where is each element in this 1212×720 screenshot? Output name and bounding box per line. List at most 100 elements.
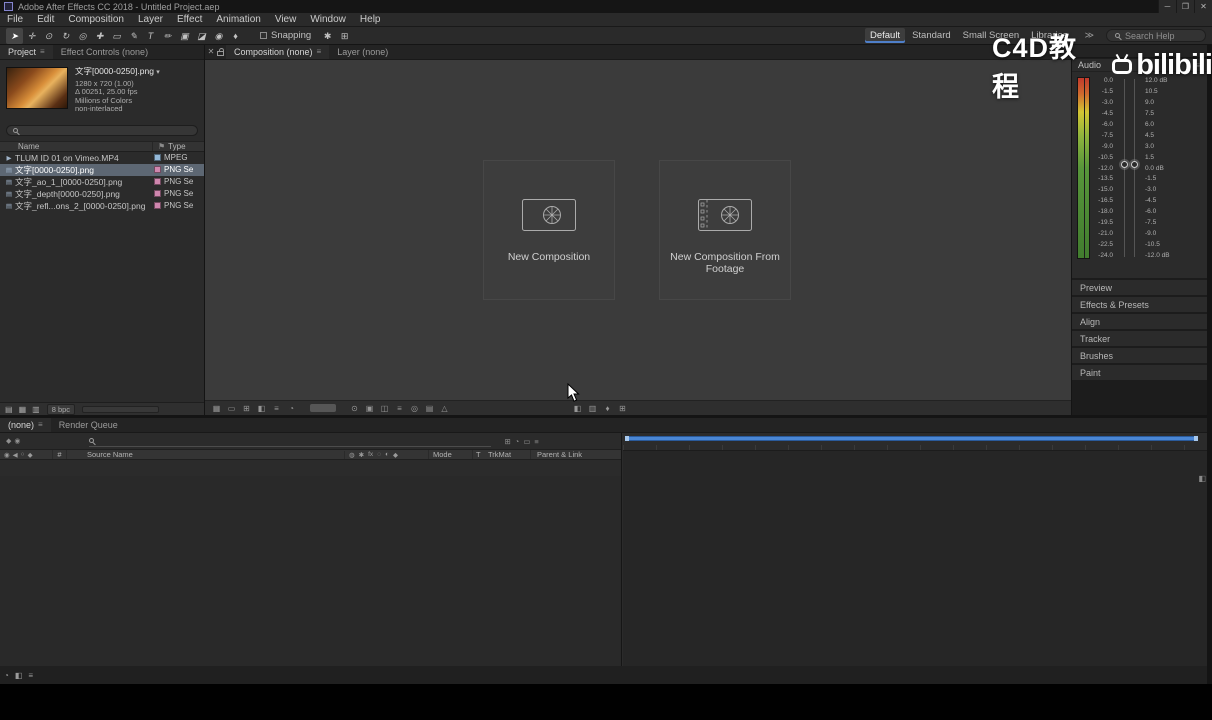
eraser-tool[interactable]: ◪ bbox=[193, 28, 210, 44]
pen-tool[interactable]: ✎ bbox=[125, 28, 142, 44]
selection-tool[interactable]: ➤ bbox=[6, 27, 23, 44]
viewer-toolbar-icon[interactable]: ▦ bbox=[210, 404, 223, 413]
rotation-tool[interactable]: ↻ bbox=[57, 28, 74, 44]
文字[0000-0250].png[interactable]: ▤ 文字[0000-0250].png PNG Se bbox=[0, 163, 204, 176]
audio-fader-right[interactable] bbox=[1131, 161, 1138, 168]
timeline-mini-icon[interactable]: ◉ bbox=[14, 437, 20, 445]
timeline-mini-icon[interactable]: ◆ bbox=[6, 437, 11, 445]
viewer-toolbar-icon[interactable]: ≡ bbox=[270, 404, 283, 413]
zoom-tool[interactable]: ⊙ bbox=[40, 28, 57, 44]
menu-item[interactable]: Effect bbox=[170, 13, 209, 26]
av-feature-icon[interactable]: ◉ bbox=[4, 451, 10, 459]
menu-item[interactable]: Window bbox=[303, 13, 353, 26]
menu-item[interactable]: File bbox=[0, 13, 30, 26]
project-zoom-slider[interactable] bbox=[82, 405, 159, 413]
project-footer-icon[interactable]: ▦ bbox=[19, 405, 27, 414]
menu-item[interactable]: Help bbox=[353, 13, 388, 26]
shape-tool[interactable]: ▭ bbox=[108, 28, 125, 44]
layer-switch-icon[interactable]: ✱ bbox=[359, 451, 364, 459]
project-footer-icon[interactable]: ▤ bbox=[5, 405, 13, 414]
layer-switch-icon[interactable]: ◐ bbox=[385, 451, 389, 459]
type-tool[interactable]: T bbox=[142, 28, 159, 44]
layer-switch-icon[interactable]: ◍ bbox=[349, 451, 355, 459]
lock-icon[interactable] bbox=[217, 48, 224, 56]
label-color-swatch[interactable] bbox=[154, 166, 161, 174]
timeline-view-icon[interactable]: ▭ bbox=[523, 437, 530, 446]
clone-stamp-tool[interactable]: ▣ bbox=[176, 28, 193, 44]
menu-item[interactable]: Edit bbox=[30, 13, 61, 26]
column-header-mode[interactable]: Mode bbox=[428, 450, 472, 459]
TLUM ID 01 on Vimeo.MP4[interactable]: ▶ TLUM ID 01 on Vimeo.MP4 MPEG bbox=[0, 152, 204, 164]
column-header-parent-link[interactable]: Parent & Link bbox=[530, 450, 621, 459]
viewer-toolbar-icon[interactable]: ▤ bbox=[423, 404, 436, 413]
panel-paint[interactable]: Paint bbox=[1072, 365, 1207, 382]
project-footer-icon[interactable]: ▥ bbox=[32, 405, 40, 414]
workspace-standard[interactable]: Standard bbox=[907, 28, 956, 43]
viewer-toolbar-icon[interactable]: ⊙ bbox=[348, 404, 361, 413]
av-feature-icon[interactable]: ○ bbox=[21, 451, 25, 459]
viewer-timecode[interactable] bbox=[310, 404, 336, 412]
pan-behind-tool[interactable]: ✚ bbox=[91, 28, 108, 44]
new-composition-from-footage-button[interactable]: New Composition From Footage bbox=[659, 160, 791, 300]
column-header-name[interactable]: Name bbox=[0, 142, 152, 151]
viewer-toolbar-icon[interactable]: ≡ bbox=[393, 404, 406, 413]
label-color-swatch[interactable] bbox=[154, 190, 161, 198]
viewer-toolbar-icon[interactable]: ◧ bbox=[255, 404, 268, 413]
tab-layer[interactable]: Layer (none) bbox=[329, 45, 396, 59]
panel-brushes[interactable]: Brushes bbox=[1072, 348, 1207, 365]
viewer-toolbar-icon[interactable]: ⊞ bbox=[616, 404, 629, 413]
viewer-toolbar-icon[interactable]: ▭ bbox=[225, 404, 238, 413]
snapping-option-icon[interactable]: ✱ bbox=[319, 28, 336, 44]
tab-project[interactable]: Project ≡ bbox=[0, 45, 53, 59]
tab-effect-controls[interactable]: Effect Controls (none) bbox=[53, 45, 156, 59]
timeline-footer-icon[interactable]: ◧ bbox=[15, 671, 23, 680]
dropdown-icon[interactable]: ▾ bbox=[156, 69, 160, 76]
文字_refl...ons_2_[0000-0250].png[interactable]: ▤ 文字_refl...ons_2_[0000-0250].png PNG Se bbox=[0, 200, 204, 212]
close-button[interactable]: ✕ bbox=[1194, 0, 1212, 13]
bpc-button[interactable]: 8 bpc bbox=[46, 403, 76, 415]
tab-timeline-none[interactable]: (none) ≡ bbox=[0, 418, 51, 432]
brush-tool[interactable]: ✏ bbox=[159, 28, 176, 44]
column-header-source-name[interactable]: Source Name bbox=[66, 450, 344, 459]
文字_depth[0000-0250].png[interactable]: ▤ 文字_depth[0000-0250].png PNG Se bbox=[0, 188, 204, 200]
panel-menu-icon[interactable]: ≡ bbox=[38, 418, 43, 432]
timeline-search-input[interactable] bbox=[88, 436, 491, 447]
scrollbar-icon[interactable]: ◧ bbox=[1198, 474, 1206, 483]
viewer-toolbar-icon[interactable]: ♦ bbox=[601, 404, 614, 413]
layer-switch-icon[interactable]: ◆ bbox=[393, 451, 398, 459]
tab-composition[interactable]: Composition (none) ≡ bbox=[226, 45, 330, 59]
column-header-trkmat[interactable]: TrkMat bbox=[486, 450, 530, 459]
viewer-toolbar-icon[interactable]: ◧ bbox=[571, 404, 584, 413]
project-search-input[interactable] bbox=[6, 124, 198, 136]
viewer-toolbar-icon[interactable]: ◎ bbox=[408, 404, 421, 413]
label-color-swatch[interactable] bbox=[154, 178, 161, 186]
menu-item[interactable]: Composition bbox=[61, 13, 131, 26]
tab-render-queue[interactable]: Render Queue bbox=[51, 418, 126, 432]
column-header-t[interactable]: T bbox=[472, 450, 486, 459]
av-feature-icon[interactable]: ◀ bbox=[13, 451, 18, 459]
panel-menu-icon[interactable]: ≡ bbox=[40, 45, 45, 59]
time-ruler[interactable] bbox=[623, 433, 1207, 451]
timeline-view-icon[interactable]: ◔ bbox=[515, 437, 520, 446]
layer-switch-icon[interactable]: fx bbox=[368, 451, 373, 459]
viewer-toolbar-icon[interactable]: △ bbox=[438, 404, 451, 413]
snapping-toggle[interactable]: Snapping bbox=[260, 30, 311, 41]
viewer-toolbar-icon[interactable]: ◫ bbox=[378, 404, 391, 413]
camera-tool[interactable]: ◎ bbox=[74, 28, 91, 44]
av-feature-icon[interactable]: ◆ bbox=[28, 451, 33, 459]
audio-fader-left[interactable] bbox=[1121, 161, 1128, 168]
文字_ao_1_[0000-0250].png[interactable]: ▤ 文字_ao_1_[0000-0250].png PNG Se bbox=[0, 176, 204, 188]
panel-align[interactable]: Align bbox=[1072, 314, 1207, 331]
layer-switch-icon[interactable]: ◌ bbox=[377, 451, 381, 459]
label-color-swatch[interactable] bbox=[154, 202, 161, 210]
workspace-default[interactable]: Default bbox=[864, 28, 906, 43]
viewer-toolbar-icon[interactable]: ▣ bbox=[363, 404, 376, 413]
viewer-toolbar-icon[interactable]: ▥ bbox=[586, 404, 599, 413]
viewer-toolbar-icon[interactable]: ◔ bbox=[285, 404, 298, 413]
new-composition-button[interactable]: New Composition bbox=[483, 160, 615, 300]
roto-brush-tool[interactable]: ◉ bbox=[210, 28, 227, 44]
viewer-toolbar-icon[interactable]: ⊞ bbox=[240, 404, 253, 413]
timeline-view-icon[interactable]: ⊞ bbox=[505, 437, 511, 446]
label-color-swatch[interactable] bbox=[154, 154, 161, 162]
timeline-view-icon[interactable]: ≡ bbox=[534, 437, 538, 446]
